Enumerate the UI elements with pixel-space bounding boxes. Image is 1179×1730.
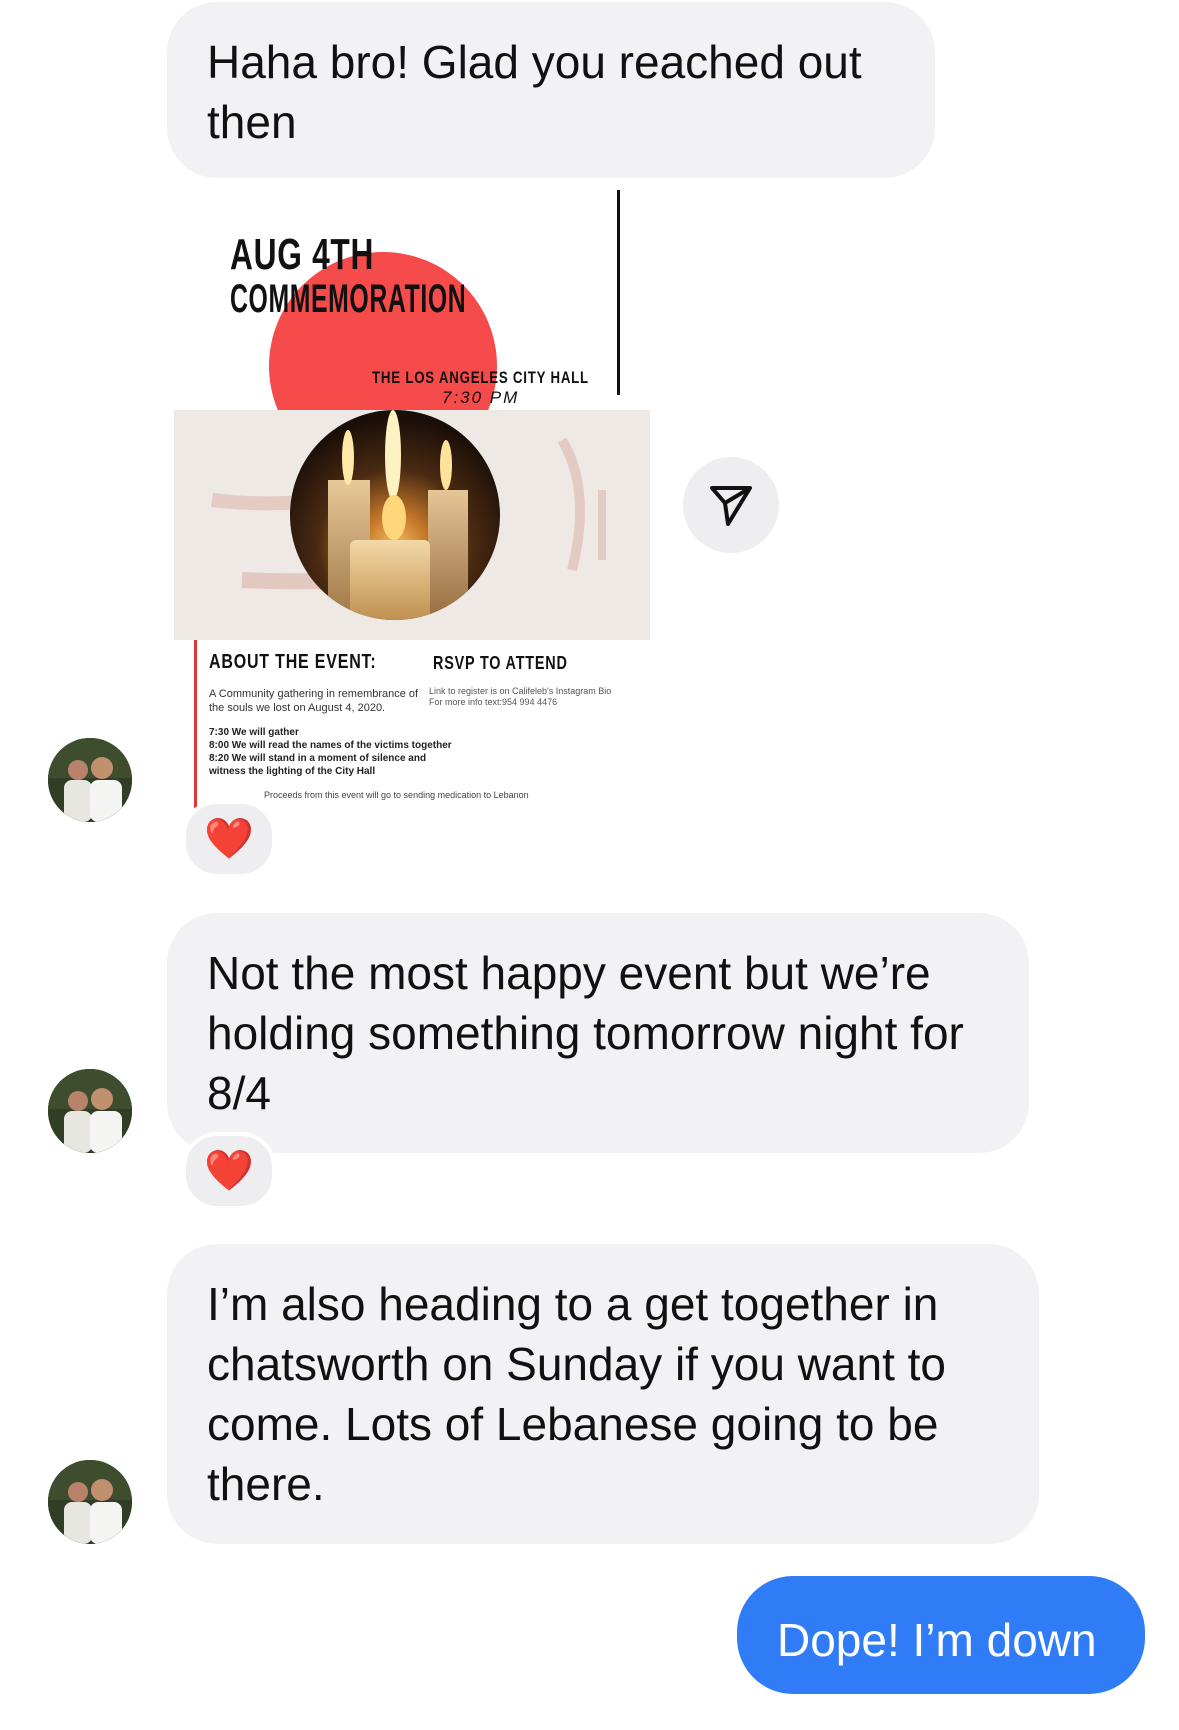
avatar-photo (48, 1069, 132, 1153)
avatar-photo (48, 1460, 132, 1544)
poster-rsvp-heading: RSVP TO ATTEND (433, 653, 568, 673)
poster-schedule-4: witness the lighting of the City Hall (209, 766, 376, 777)
share-button[interactable] (683, 457, 779, 553)
poster-schedule-1: 7:30 We will gather (209, 727, 299, 738)
poster-schedule-2: 8:00 We will read the names of the victi… (209, 740, 452, 751)
poster-rsvp-line2: For more info text:954 994 4476 (429, 697, 558, 707)
poster-schedule-3: 8:20 We will stand in a moment of silenc… (209, 753, 427, 764)
avatar[interactable] (48, 1069, 132, 1153)
poster-about-line2: the souls we lost on August 4, 2020. (209, 702, 386, 714)
avatar[interactable] (48, 738, 132, 822)
poster-proceeds: Proceeds from this event will go to send… (264, 790, 529, 800)
poster-red-rule (194, 640, 197, 815)
send-icon (710, 486, 752, 526)
heart-icon: ❤️ (204, 1149, 254, 1193)
avatar[interactable] (48, 1460, 132, 1544)
message-text: Not the most happy event but we’re holdi… (207, 947, 977, 1119)
candle-photo (290, 410, 500, 620)
message-bubble-incoming[interactable]: Not the most happy event but we’re holdi… (167, 913, 1029, 1153)
poster-title-line1: AUG 4TH (230, 230, 375, 279)
message-text: I’m also heading to a get together in ch… (207, 1278, 959, 1510)
message-bubble-incoming[interactable]: Haha bro! Glad you reached out then (167, 2, 935, 178)
message-bubble-outgoing[interactable]: Dope! I’m down (737, 1576, 1145, 1694)
message-text: Dope! I’m down (777, 1614, 1097, 1666)
heart-icon: ❤️ (204, 817, 254, 861)
poster-about-heading: ABOUT THE EVENT: (209, 651, 377, 673)
event-poster-image[interactable]: AUG 4TH COMMEMORATION THE LOS ANGELES CI… (172, 190, 662, 830)
poster-title-line2: COMMEMORATION (230, 277, 467, 321)
poster-time: 7:30 PM (442, 388, 520, 407)
poster-venue: THE LOS ANGELES CITY HALL (372, 368, 589, 387)
reaction-badge[interactable]: ❤️ (182, 800, 276, 878)
message-text: Haha bro! Glad you reached out then (207, 36, 875, 148)
message-bubble-incoming[interactable]: I’m also heading to a get together in ch… (167, 1244, 1039, 1544)
reaction-badge[interactable]: ❤️ (182, 1132, 276, 1210)
poster-about-line1: A Community gathering in remembrance of (209, 688, 419, 700)
avatar-photo (48, 738, 132, 822)
poster-rsvp-line1: Link to register is on Califeleb's Insta… (429, 686, 612, 696)
